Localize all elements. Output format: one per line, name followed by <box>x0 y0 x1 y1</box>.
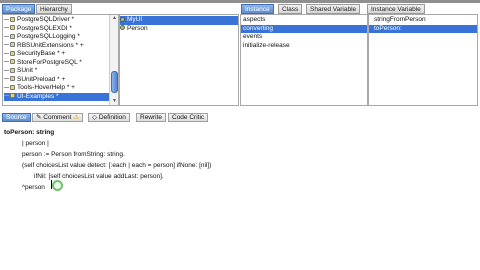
package-icon <box>10 50 15 56</box>
package-scrollbar[interactable]: ▲ ▼ <box>109 15 118 105</box>
package-list[interactable]: PostgreSQLDriver * PostgreSQLEXDI * Post… <box>2 14 119 106</box>
list-item[interactable]: stringFromPerson <box>369 16 477 25</box>
package-icon <box>10 67 15 73</box>
tab-hierarchy[interactable]: Hierarchy <box>36 4 72 14</box>
list-item[interactable]: SecurityBase * + <box>4 50 109 59</box>
tab-class[interactable]: Class <box>278 4 303 14</box>
tree-branch-icon <box>4 78 9 80</box>
list-item-selected[interactable]: toPerson: <box>369 24 477 33</box>
list-item-selected[interactable]: MyUI <box>120 16 238 25</box>
package-icon <box>10 25 15 31</box>
tab-instance-variable[interactable]: Instance Variable <box>367 4 425 14</box>
package-icon <box>10 42 15 48</box>
scroll-thumb[interactable] <box>111 71 118 93</box>
list-item[interactable]: initialize-release <box>241 42 367 51</box>
package-icon <box>10 16 15 22</box>
warning-icon: ⚠ <box>71 114 80 121</box>
list-item[interactable]: RBSUnitExtensions * + <box>4 42 109 51</box>
tree-branch-icon <box>4 18 9 20</box>
list-item[interactable]: PostgreSQLDriver * <box>4 16 109 25</box>
mouse-cursor-highlight <box>52 180 63 191</box>
list-item[interactable]: events <box>241 33 367 42</box>
class-list[interactable]: MyUI Person <box>119 14 239 106</box>
list-item[interactable]: Tools-HoverHelp * + <box>4 84 109 93</box>
tree-branch-icon <box>4 61 9 63</box>
list-item[interactable]: Person <box>120 25 238 34</box>
code-line: ^person <box>22 184 45 191</box>
tree-branch-icon <box>4 27 9 29</box>
class-icon <box>120 16 125 22</box>
list-item[interactable]: PostgreSQLLogging * <box>4 33 109 42</box>
tree-branch-icon <box>4 35 9 37</box>
tab-rewrite[interactable]: Rewrite <box>136 113 167 122</box>
tab-instance[interactable]: Instance <box>241 4 274 14</box>
tree-branch-icon <box>4 86 9 88</box>
code-line: | person | <box>22 140 49 147</box>
list-item-selected[interactable]: UI-Examples * <box>4 92 109 101</box>
list-item[interactable]: StoreForPostgreSQL * <box>4 59 109 68</box>
tab-comment[interactable]: ✎ Comment ⚠ <box>32 113 84 122</box>
package-icon <box>10 59 15 65</box>
package-icon <box>10 84 15 90</box>
list-item[interactable]: SUnit * <box>4 67 109 76</box>
scroll-down-icon[interactable]: ▼ <box>110 98 118 105</box>
definition-icon: ◇ <box>92 114 99 121</box>
tree-branch-icon <box>4 69 9 71</box>
package-icon <box>10 93 15 99</box>
protocol-list[interactable]: aspects converting events initialize-rel… <box>240 14 368 106</box>
list-item[interactable]: PostgreSQLEXDI * <box>4 25 109 34</box>
tree-branch-icon <box>4 44 9 46</box>
tab-definition[interactable]: ◇ Definition <box>88 113 130 122</box>
class-icon <box>120 25 125 31</box>
tab-shared-variable[interactable]: Shared Variable <box>306 4 361 14</box>
code-line: (self choicesList value detect: [:each |… <box>22 162 212 169</box>
list-item-selected[interactable]: converting <box>241 24 367 33</box>
tab-code-critic[interactable]: Code Critic <box>168 113 209 122</box>
code-editor[interactable]: toPerson: string | person | person := Pe… <box>2 128 472 268</box>
tab-package[interactable]: Package <box>2 4 36 14</box>
list-item[interactable]: aspects <box>241 16 367 25</box>
code-line: toPerson: string <box>4 129 55 136</box>
code-line: person := Person fromString: string. <box>22 151 125 158</box>
tree-branch-icon <box>4 95 9 97</box>
method-list[interactable]: stringFromPerson toPerson: <box>368 14 478 106</box>
scroll-up-icon[interactable]: ▲ <box>110 15 118 22</box>
list-item[interactable]: SUnitPreload * + <box>4 76 109 85</box>
tab-source[interactable]: Source <box>2 113 31 122</box>
tree-branch-icon <box>4 52 9 54</box>
package-icon <box>10 76 15 82</box>
package-icon <box>10 33 15 39</box>
window-top-bar <box>0 0 480 3</box>
